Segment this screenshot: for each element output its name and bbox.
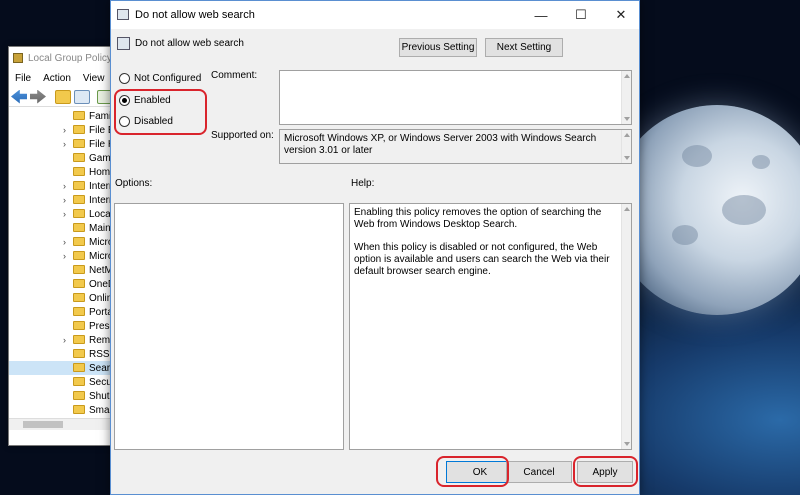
scroll-up-icon[interactable] [624,133,630,137]
moon-image [612,105,800,315]
folder-icon [73,265,85,274]
tree-item-label: Main [89,222,111,234]
show-tree-icon[interactable] [74,89,90,104]
supported-on-label: Supported on: [211,130,274,141]
folder-icon [73,251,85,260]
scroll-up-icon[interactable] [624,74,630,78]
next-setting-button[interactable]: Next Setting [485,38,563,57]
folder-icon [73,195,85,204]
policy-setting-icon [117,37,130,50]
ok-highlight-annotation [436,456,509,487]
setting-header: Do not allow web search [135,38,244,49]
options-label: Options: [115,178,153,189]
chevron-right-icon[interactable]: › [63,195,66,205]
radio-label: Not Configured [134,73,202,84]
apply-highlight-annotation [573,456,638,487]
scroll-up-icon[interactable] [624,207,630,211]
dialog-title: Do not allow web search [135,9,255,21]
menu-view[interactable]: View [83,73,105,84]
policy-tree[interactable]: Famil › File E › File H Game Home › Intern › Inter… [9,109,127,417]
folder-icon [73,125,85,134]
close-button[interactable]: ✕ [601,1,641,29]
chevron-right-icon[interactable]: › [63,251,66,261]
cancel-button[interactable]: Cancel [506,461,572,483]
tree-item-label: Onlin [89,292,113,304]
dialog-titlebar[interactable]: Do not allow web search — ☐ ✕ [111,1,639,29]
help-scrollbar[interactable] [621,204,631,449]
help-paragraph-2: When this policy is disabled or not conf… [354,242,610,277]
previous-setting-button[interactable]: Previous Setting [399,38,477,57]
folder-icon [73,293,85,302]
help-paragraph-1: Enabling this policy removes the option … [354,207,602,230]
scroll-down-icon[interactable] [624,117,630,121]
folder-icon [73,363,85,372]
folder-icon [73,321,85,330]
folder-icon [73,377,85,386]
help-label: Help: [351,178,375,189]
supported-on-text: Microsoft Windows XP, or Windows Server … [284,133,597,156]
comment-label: Comment: [211,70,258,81]
folder-icon [73,181,85,190]
folder-icon [73,279,85,288]
folder-icon [73,237,85,246]
folder-icon [73,307,85,316]
supported-on-box: Microsoft Windows XP, or Windows Server … [279,129,632,164]
menu-action[interactable]: Action [43,73,71,84]
options-panel [114,203,344,450]
chevron-right-icon[interactable]: › [63,139,66,149]
folder-icon [73,223,85,232]
comment-scrollbar[interactable] [621,71,631,124]
radio-highlight-annotation [114,89,207,135]
up-folder-icon[interactable] [55,89,71,104]
folder-icon [73,111,85,120]
folder-icon [73,349,85,358]
folder-icon [73,391,85,400]
radio-circle[interactable] [119,73,130,84]
folder-icon [73,209,85,218]
supported-scrollbar[interactable] [621,130,631,163]
forward-arrow-icon[interactable] [30,89,46,104]
gpe-app-icon [13,53,23,63]
help-panel: Enabling this policy removes the option … [349,203,632,450]
chevron-right-icon[interactable]: › [63,181,66,191]
scroll-down-icon[interactable] [624,442,630,446]
chevron-right-icon[interactable]: › [63,335,66,345]
comment-textbox[interactable] [279,70,632,125]
policy-icon [117,9,129,20]
folder-icon [73,405,85,414]
maximize-button[interactable]: ☐ [561,1,601,29]
minimize-button[interactable]: — [521,1,561,29]
folder-icon [73,335,85,344]
chevron-right-icon[interactable]: › [63,125,66,135]
folder-icon [73,139,85,148]
back-arrow-icon[interactable] [11,89,27,104]
chevron-right-icon[interactable]: › [63,209,66,219]
folder-icon [73,153,85,162]
scroll-down-icon[interactable] [624,156,630,160]
gpe-title: Local Group Policy [28,52,112,64]
policy-setting-dialog: Do not allow web search — ☐ ✕ Do not all… [110,0,640,495]
chevron-right-icon[interactable]: › [63,237,66,247]
folder-icon [73,167,85,176]
menu-file[interactable]: File [15,73,31,84]
scroll-thumb[interactable] [23,421,63,428]
radio-not-configured[interactable]: Not Configured [119,73,201,84]
